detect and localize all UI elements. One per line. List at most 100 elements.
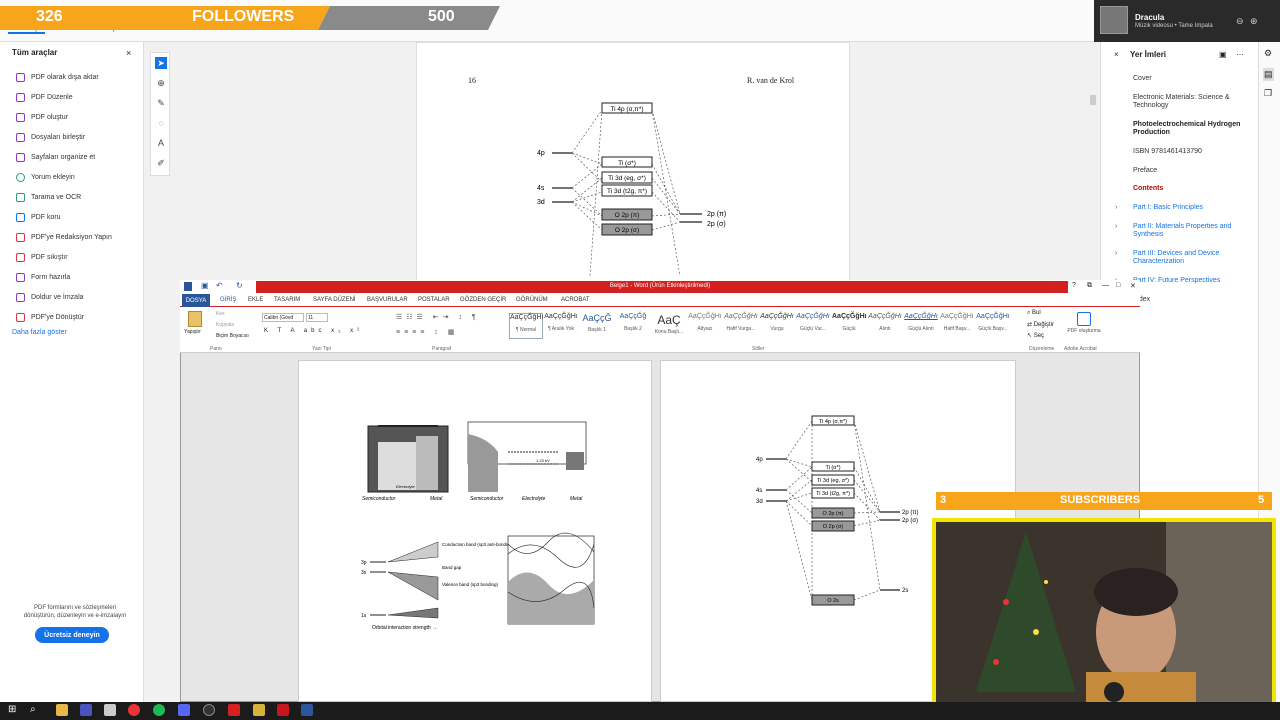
bookmark-isbn[interactable]: ISBN 9781461413790 [1133,148,1243,156]
cut-button[interactable]: Kes [216,311,225,317]
style-title[interactable]: AaÇ Konu Başlı... [652,313,686,339]
bookmark-cover[interactable]: Cover [1133,75,1243,83]
create-pdf-icon[interactable] [1077,312,1091,326]
zoom-icon[interactable]: ⊕ [155,77,167,89]
replace-button[interactable]: ⇄ Değiştir [1027,321,1054,328]
tab-acrobat[interactable]: ACROBAT [561,297,590,303]
discord-icon[interactable] [178,704,190,716]
style-intense-reference[interactable]: AaÇçĞğHı Güçlü Başv... [976,313,1010,339]
try-free-button[interactable]: Ücretsiz deneyin [35,627,109,643]
font-name-select[interactable]: Calibri (Gövd [262,313,304,322]
acrobat-icon[interactable] [277,704,289,716]
redo-icon[interactable]: ↻ [236,281,243,290]
tool-edit-pdf[interactable]: PDF Düzenle [16,93,73,102]
obs-icon[interactable] [203,704,215,716]
scrollbar-thumb[interactable] [1090,95,1096,105]
bookmark-part-2[interactable]: Part II: Materials Properties and Synthe… [1133,223,1243,239]
pen-icon[interactable]: ✎ [155,97,167,109]
app-icon[interactable] [104,704,116,716]
bookmark-index[interactable]: Index [1133,296,1243,304]
tool-prepare-form[interactable]: Form hazırla [16,273,70,282]
acrobat-app-icon[interactable] [228,704,240,716]
stamp-icon[interactable]: ✐ [155,157,167,169]
bookmark-series[interactable]: Electronic Materials: Science & Technolo… [1133,94,1243,110]
style-subtle-emphasis[interactable]: AaÇçĞğHı Hafif Vurgu... [724,313,758,339]
bookmark-contents[interactable]: Contents [1133,185,1243,193]
text-select-icon[interactable]: A [155,137,167,149]
tool-add-comment[interactable]: Yorum ekleyin [16,173,75,182]
paste-icon[interactable] [188,311,202,327]
select-cursor-icon[interactable]: ➤ [155,57,167,69]
style-emphasis[interactable]: AaÇçĞğHı Vurgu [760,313,794,339]
tab-references[interactable]: BAŞVURULAR [367,297,408,303]
app-icon-2[interactable] [253,704,265,716]
copy-button[interactable]: Kopyala [216,322,234,328]
bookmark-add-icon[interactable]: ▣ [1219,50,1227,59]
bookmark-panel-icon[interactable]: ▤ [1263,68,1274,81]
style-subtitle[interactable]: AaÇçĞğHı Altyazı [688,313,722,339]
ribbon-options-icon[interactable]: ⧉ [1087,282,1092,290]
windows-start-icon[interactable]: ⊞ [8,704,16,715]
format-painter-button[interactable]: Biçim Boyacısı [216,333,249,339]
paste-button[interactable]: Yapıştır [184,329,201,335]
tab-view[interactable]: GÖRÜNÜM [516,297,548,303]
bookmark-part-1[interactable]: Part I: Basic Principles [1133,204,1243,212]
tab-design[interactable]: TASARIM [274,297,300,303]
bookmark-part-4[interactable]: Part IV: Future Perspectives [1133,277,1243,285]
style-intense-quote[interactable]: AaÇçĞğHı Güçlü Alıntı [904,313,938,339]
plus-circle-icon[interactable]: ⊕ [1250,16,1258,27]
chevron-right-icon[interactable]: › [1115,250,1117,257]
bookmark-preface[interactable]: Preface [1133,167,1243,175]
tool-organize-pages[interactable]: Sayfaları organize et [16,153,95,162]
style-normal[interactable]: AaÇçĞğHı ¶ Normal [509,313,543,339]
close-icon[interactable]: × [1114,50,1119,59]
more-options-icon[interactable]: ⋯ [1236,50,1244,59]
pages-icon[interactable]: ❐ [1264,88,1272,99]
opera-icon[interactable] [128,704,140,716]
tool-create-pdf[interactable]: PDF oluştur [16,113,68,122]
bookmark-book-title[interactable]: Photoelectrochemical Hydrogen Production [1133,121,1243,137]
save-icon[interactable]: ▣ [201,281,209,290]
font-size-select[interactable]: 11 [306,313,328,322]
close-icon[interactable]: × [126,48,131,58]
spotify-icon[interactable] [153,704,165,716]
minus-circle-icon[interactable]: ⊖ [1236,16,1244,27]
minimize-icon[interactable]: — [1102,282,1109,289]
tool-export-pdf[interactable]: PDF olarak dışa aktar [16,73,99,82]
tab-file[interactable]: DOSYA [182,294,210,307]
list-buttons-icon[interactable]: ☰☷☰ ⇤⇥ ↕ ¶ [396,313,480,321]
bookmark-part-3[interactable]: Part III: Devices and Device Characteriz… [1133,250,1243,266]
tool-compress[interactable]: PDF sıkıştır [16,253,68,262]
chevron-right-icon[interactable]: › [1115,223,1117,230]
create-pdf-button[interactable]: PDF oluşturma [1066,328,1102,334]
chevron-right-icon[interactable]: › [1115,204,1117,211]
style-quote[interactable]: AaÇçĞğHı Alıntı [868,313,902,339]
close-icon[interactable]: ✕ [1130,282,1136,290]
tool-fill-sign[interactable]: Doldur ve İmzala [16,293,84,302]
word-app-icon[interactable] [301,704,313,716]
tool-protect-pdf[interactable]: PDF koru [16,213,61,222]
help-icon[interactable]: ? [1072,282,1076,289]
find-button[interactable]: ⌕ Bul [1027,310,1041,317]
style-strong[interactable]: AaÇçĞğHı Güçlü [832,313,867,339]
maximize-icon[interactable]: □ [1116,282,1120,289]
alignment-buttons-icon[interactable]: ≡≡≡≡ ↕ ▦ [396,328,458,336]
tab-mailings[interactable]: POSTALAR [418,297,450,303]
tab-layout[interactable]: SAYFA DÜZENİ [313,297,356,303]
font-format-buttons[interactable]: K T A abc x₂ x² [264,328,363,334]
tab-home[interactable]: GİRİŞ [220,297,236,303]
style-heading-2[interactable]: AaÇçĞğ Başlık 2 [616,313,650,339]
tab-insert[interactable]: EKLE [248,297,263,303]
tool-convert-to-pdf[interactable]: PDF'ye Dönüştür [16,313,84,322]
style-subtle-reference[interactable]: AaÇçĞğHı Hafif Başv... [940,313,974,339]
undo-icon[interactable]: ↶ [216,281,223,290]
lasso-icon[interactable]: ◌ [155,117,167,129]
style-heading-1[interactable]: AaÇçĞ Başlık 1 [580,313,614,339]
tab-review[interactable]: GÖZDEN GEÇİR [460,297,506,303]
tool-scan-ocr[interactable]: Tarama ve OCR [16,193,81,202]
teams-icon[interactable] [80,704,92,716]
select-button[interactable]: ↖ Seç [1027,332,1044,339]
style-intense-emphasis[interactable]: AaÇçĞğHı Güçlü Vur... [796,313,830,339]
tool-combine-files[interactable]: Dosyaları birleştir [16,133,85,142]
style-no-spacing[interactable]: AaÇçĞğHı ¶ Aralık Yok [544,313,578,339]
